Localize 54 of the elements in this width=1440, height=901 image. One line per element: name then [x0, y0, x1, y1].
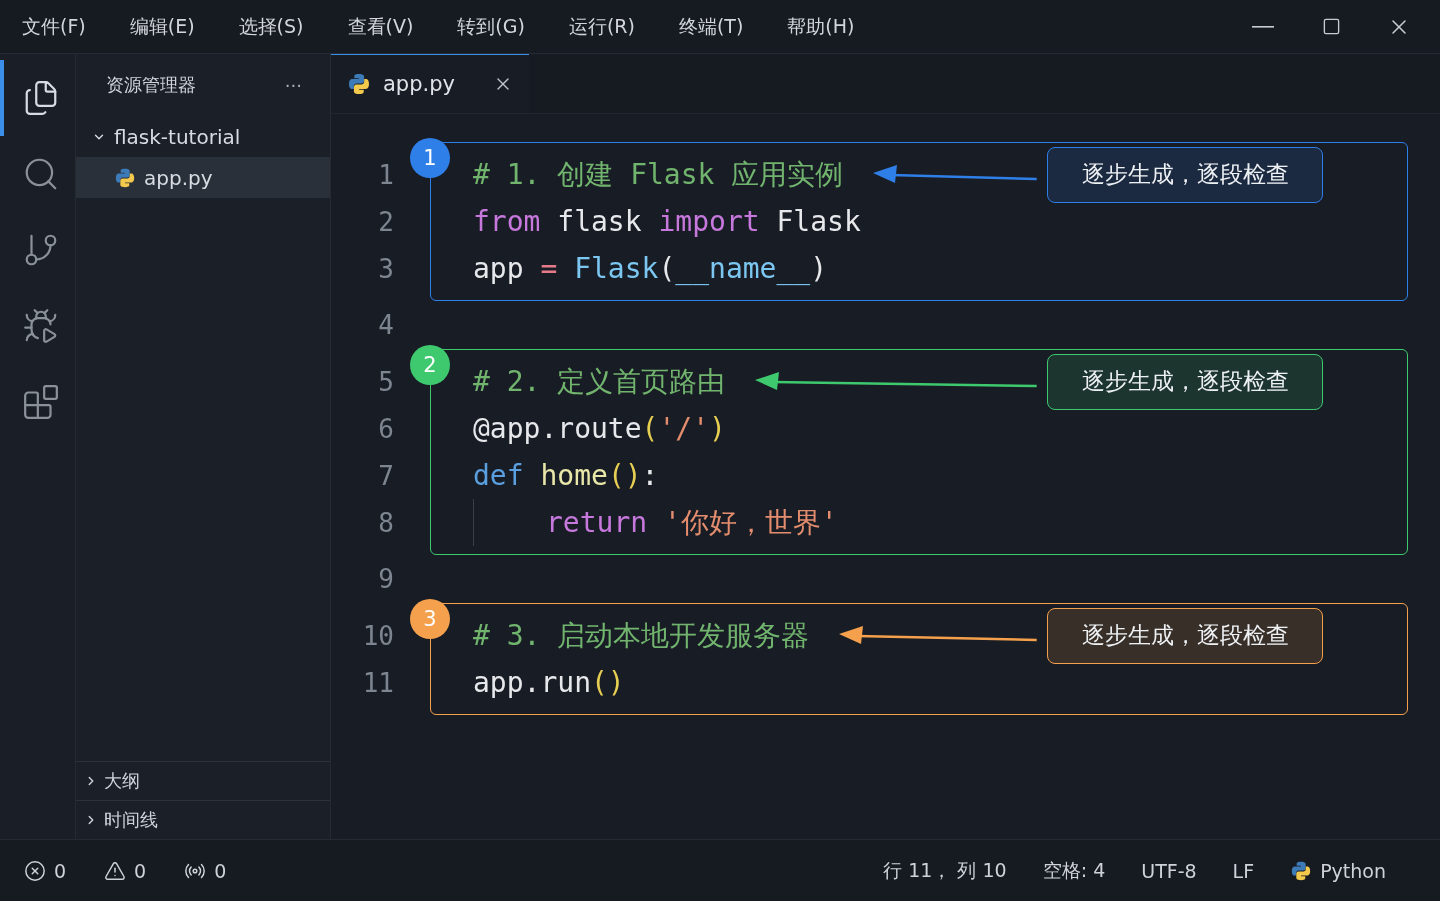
menu-item[interactable]: 终端(T) [666, 7, 756, 46]
code-line: # 2. 定义首页路由 [473, 363, 726, 400]
error-icon [24, 859, 46, 882]
language-mode[interactable]: Python [1286, 855, 1390, 886]
code-line: # 3. 启动本地开发服务器 [473, 617, 810, 654]
menu-item[interactable]: 编辑(E) [117, 7, 207, 46]
python-icon [114, 166, 136, 189]
code-line: from flask import Flask [473, 205, 861, 238]
minimize-icon [1252, 25, 1274, 28]
status-item[interactable]: 行 11， 列 10 [879, 853, 1011, 888]
menu-item[interactable]: 查看(V) [335, 7, 426, 46]
code-line: return '你好，世界' [546, 504, 838, 541]
code-line: app = Flask(__name__) [473, 252, 828, 285]
status-item[interactable]: 0 [180, 855, 231, 886]
line-number: 8 [377, 506, 395, 540]
warning-icon [104, 859, 127, 882]
annotation-note: 逐步生成，逐段检查 [1047, 353, 1323, 410]
menu-item[interactable]: 选择(S) [226, 7, 316, 46]
line-number: 5 [377, 365, 395, 399]
code-line: app.run() [473, 666, 625, 699]
line-number: 1 [377, 158, 395, 192]
folder-item[interactable]: flask-tutorial [76, 116, 330, 157]
menu-item[interactable]: 转到(G) [445, 7, 537, 46]
code-line: # 1. 创建 Flask 应用实例 [473, 156, 844, 193]
line-number: 9 [377, 563, 395, 596]
panel-section-header[interactable]: 大纲 [76, 761, 330, 800]
line-number: 10 [361, 619, 395, 653]
more-actions-button[interactable]: ··· [278, 73, 308, 97]
line-number: 2 [377, 205, 395, 239]
line-number: 11 [361, 666, 395, 700]
line-number: 3 [377, 252, 395, 286]
code-line: def home(): [473, 459, 659, 492]
annotation-note: 逐步生成，逐段检查 [1047, 607, 1323, 664]
sidebar-title: 资源管理器 [106, 73, 196, 97]
status-item[interactable]: 0 [20, 855, 71, 886]
status-item[interactable]: UTF-8 [1137, 855, 1201, 886]
python-icon [1290, 859, 1313, 882]
status-item[interactable]: 空格: 4 [1038, 853, 1110, 888]
line-number: 7 [377, 459, 395, 493]
file-item[interactable]: app.py [76, 157, 330, 198]
menu-item[interactable]: 文件(F) [10, 7, 98, 46]
python-icon [347, 72, 371, 96]
maximize-icon [1321, 17, 1341, 36]
code-line: @app.route('/') [473, 412, 726, 445]
line-number: 4 [377, 309, 395, 342]
status-item[interactable]: 0 [100, 855, 151, 886]
annotation-note: 逐步生成，逐段检查 [1047, 146, 1323, 203]
status-item[interactable]: LF [1228, 855, 1259, 886]
line-number: 6 [377, 412, 395, 446]
step-badge: 2 [410, 345, 450, 385]
menu-item[interactable]: 运行(R) [556, 7, 647, 46]
step-badge: 3 [410, 599, 450, 639]
step-badge: 1 [410, 138, 450, 178]
menu-item[interactable]: 帮助(H) [775, 7, 867, 46]
